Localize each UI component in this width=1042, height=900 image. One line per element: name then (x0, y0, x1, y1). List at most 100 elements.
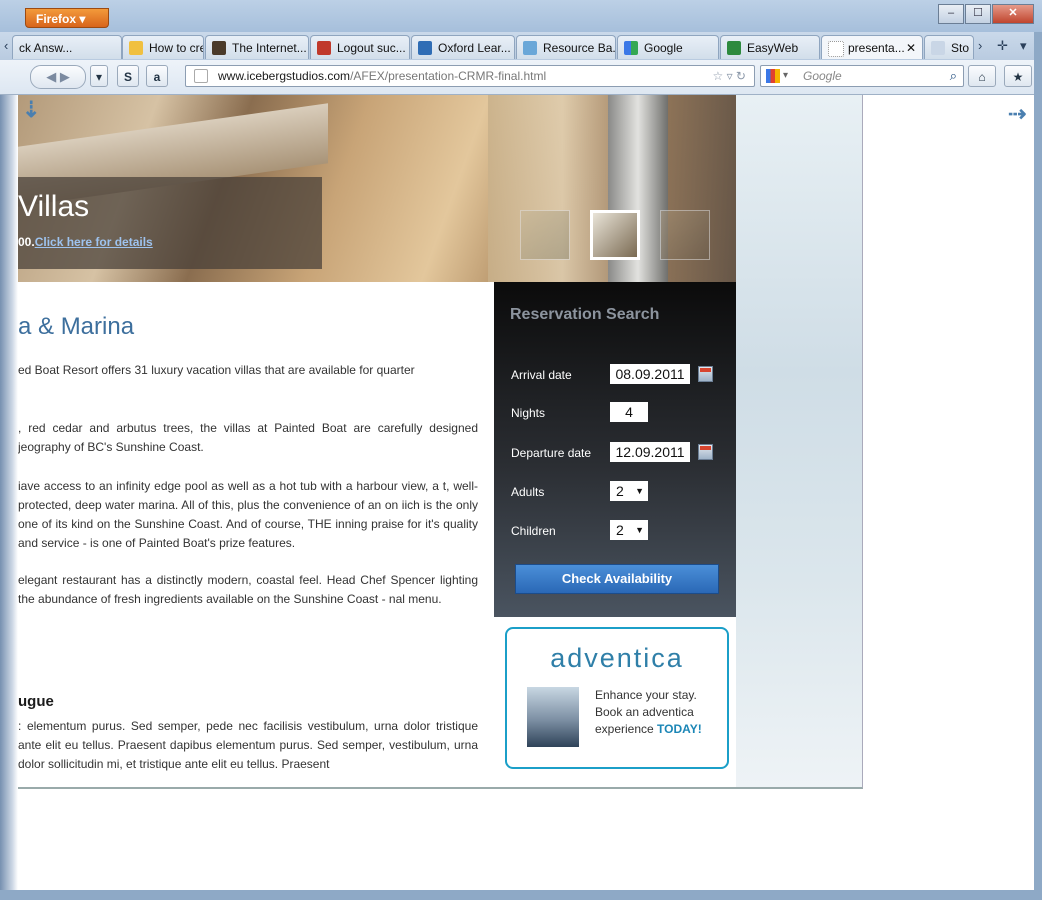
tab-favicon-icon (931, 41, 945, 55)
history-dropdown-icon[interactable]: ▾ (90, 65, 108, 87)
hero-banner: Villas 00.Click here for details ⇣ (18, 95, 736, 282)
hero-sub-prefix: 00. (18, 235, 35, 249)
tab-favicon-icon (523, 41, 537, 55)
paragraph-3: iave access to an infinity edge pool as … (18, 479, 478, 550)
paragraph-1: ed Boat Resort offers 31 luxury vacation… (18, 363, 415, 377)
firefox-menu-label: Firefox (36, 12, 77, 26)
arrival-label: Arrival date (511, 368, 572, 382)
adults-value: 2 (616, 483, 624, 499)
search-icon[interactable]: ⌕ (950, 66, 957, 86)
background-water-image (736, 95, 862, 787)
s-addon-icon[interactable]: S (117, 65, 139, 87)
lorem-paragraph: : elementum purus. Sed semper, pede nec … (18, 719, 478, 771)
bookmarks-menu-icon[interactable]: ★ (1004, 65, 1032, 87)
close-window-button[interactable]: ✕ (992, 4, 1034, 24)
firefox-menu-button[interactable]: Firefox ▾ (25, 8, 109, 28)
tab-favicon-icon (828, 41, 844, 57)
google-favicon-icon (624, 41, 638, 55)
site-identity-icon[interactable] (194, 69, 208, 83)
hero-details-link[interactable]: Click here for details (35, 235, 153, 249)
amazon-addon-icon[interactable]: a (146, 65, 168, 87)
reservation-panel: Reservation Search Arrival date 08.09.20… (494, 282, 736, 617)
slideshow-thumb-1[interactable] (520, 210, 570, 260)
tab-list-icon[interactable]: ▾ (1020, 38, 1027, 54)
tab-scroll-left-icon[interactable]: ‹ (4, 38, 8, 53)
window-controls: – ☐ ✕ (937, 4, 1034, 24)
kayak-photo (527, 687, 579, 747)
paragraph-2: , red cedar and arbutus trees, the villa… (18, 421, 478, 454)
tab-3[interactable]: The Internet... (205, 35, 309, 59)
url-bar[interactable]: www.icebergstudios.com/AFEX/presentation… (185, 65, 755, 87)
adventica-logo: adventica (550, 643, 684, 673)
back-forward-buttons[interactable]: ◀ ▶ (30, 65, 86, 89)
tab-label: presenta... (848, 41, 905, 55)
left-window-edge (0, 95, 18, 890)
paragraph-4: elegant restaurant has a distinctly mode… (18, 573, 478, 606)
tab-label: Google (644, 41, 683, 55)
search-placeholder: Google (803, 69, 842, 83)
slideshow-thumb-3[interactable] (660, 210, 710, 260)
maximize-button[interactable]: ☐ (965, 4, 991, 24)
url-domain: www.icebergstudios.com (218, 69, 351, 83)
search-engine-dropdown-icon[interactable]: ▾ (783, 66, 788, 86)
tab-5[interactable]: Oxford Lear... (411, 35, 515, 59)
children-select[interactable]: 2 ▼ (610, 520, 648, 540)
arrival-date-field[interactable]: 08.09.2011 (610, 364, 690, 384)
ad-cta-today: TODAY! (657, 722, 702, 736)
tab-label: How to crea... (149, 41, 203, 55)
tab-favicon-icon (418, 41, 432, 55)
tab-1[interactable]: ck Answ... (12, 35, 122, 59)
children-label: Children (511, 524, 556, 538)
children-value: 2 (616, 522, 624, 538)
tab-label: Sto (951, 41, 970, 55)
back-icon[interactable]: ◀ (46, 69, 56, 84)
adventica-ad[interactable]: adventica Enhance your stay. Book an adv… (505, 627, 729, 769)
bookmark-star-icon[interactable]: ☆ ▿ ↻ (712, 66, 746, 86)
tab-label: The Internet... (232, 41, 307, 55)
adults-select[interactable]: 2 ▼ (610, 481, 648, 501)
article-heading: a & Marina (18, 313, 135, 340)
tab-label: ck Answ... (19, 41, 73, 55)
reservation-title: Reservation Search (510, 306, 660, 323)
webpage: Villas 00.Click here for details ⇣ a & M… (18, 95, 863, 789)
decorative-arrow-right-icon: ⇢ (1008, 101, 1027, 126)
tab-7[interactable]: Google (617, 35, 719, 59)
tab-strip: ‹ ck Answ... How to crea... The Internet… (0, 32, 1042, 60)
tab-10[interactable]: Sto (924, 35, 974, 59)
nights-label: Nights (511, 406, 546, 420)
departure-date-field[interactable]: 12.09.2011 (610, 442, 690, 462)
new-tab-icon[interactable]: ✛ (997, 38, 1008, 54)
ad-line-3-prefix: experience (595, 722, 658, 736)
tab-6[interactable]: Resource Ba... (516, 35, 616, 59)
check-availability-button[interactable]: Check Availability (515, 564, 719, 594)
right-window-edge (1034, 32, 1042, 892)
home-icon[interactable]: ⌂ (968, 65, 996, 87)
hero-title: Villas (18, 190, 90, 223)
tab-label: Oxford Lear... (438, 41, 511, 55)
tab-favicon-icon (317, 41, 331, 55)
td-favicon-icon (727, 41, 741, 55)
window-titlebar: Firefox ▾ – ☐ ✕ (0, 0, 1042, 32)
departure-calendar-icon[interactable] (698, 444, 713, 460)
tab-active-presentation[interactable]: presenta... ✕ (821, 35, 923, 59)
minimize-button[interactable]: – (938, 4, 964, 24)
close-tab-icon[interactable]: ✕ (906, 36, 916, 59)
departure-label: Departure date (511, 446, 592, 460)
google-search-engine-icon[interactable] (766, 69, 780, 83)
tab-favicon-icon (212, 41, 226, 55)
decorative-arrow-left-icon: ⇣ (22, 97, 41, 122)
tab-8[interactable]: EasyWeb (720, 35, 820, 59)
tab-label: EasyWeb (747, 41, 799, 55)
tab-scroll-right-icon[interactable]: › (978, 38, 982, 53)
nights-field[interactable]: 4 (610, 402, 648, 422)
tab-4[interactable]: Logout suc... (310, 35, 410, 59)
ad-copy: Enhance your stay. Book an adventica exp… (595, 687, 725, 738)
slideshow-thumb-2[interactable] (590, 210, 640, 260)
ad-line-3: experience TODAY! (595, 721, 725, 738)
tab-2[interactable]: How to crea... (122, 35, 204, 59)
forward-icon[interactable]: ▶ (60, 69, 70, 84)
navigation-toolbar: ◀ ▶ ▾ S a www.icebergstudios.com/AFEX/pr… (0, 60, 1042, 95)
search-bar[interactable]: ▾ Google ⌕ (760, 65, 964, 87)
tab-label: Resource Ba... (543, 41, 616, 55)
arrival-calendar-icon[interactable] (698, 366, 713, 382)
